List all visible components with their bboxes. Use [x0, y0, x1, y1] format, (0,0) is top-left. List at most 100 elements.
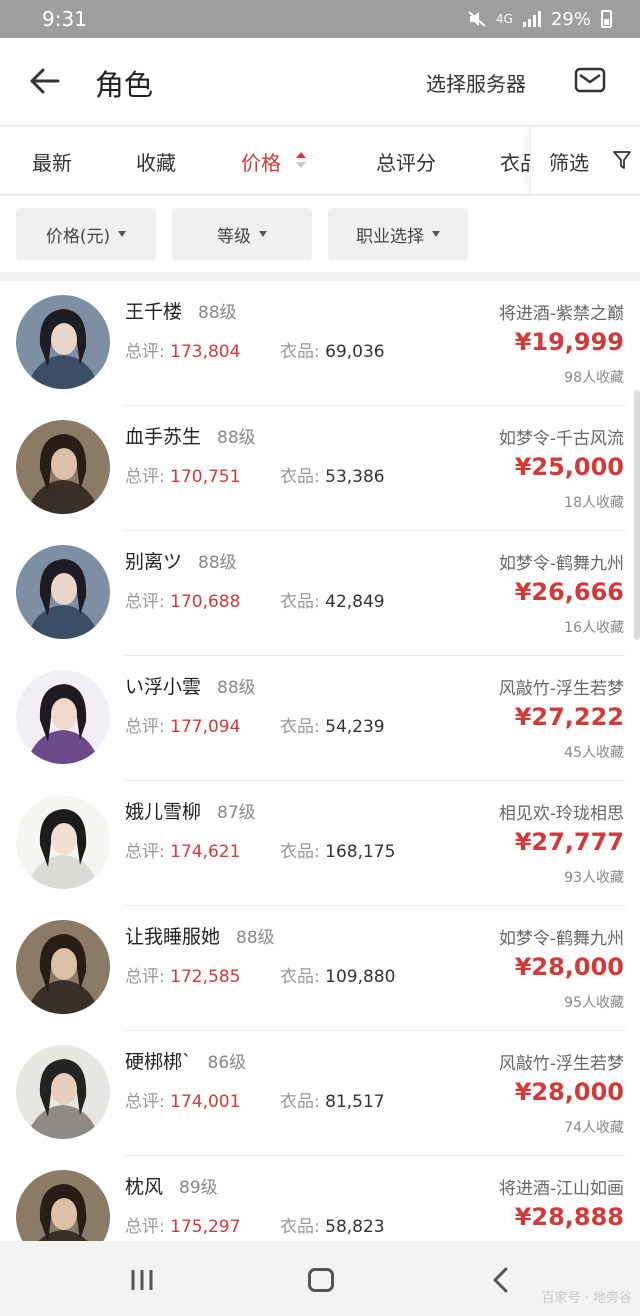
caret-down-icon	[118, 231, 127, 237]
character-name: 枕风	[125, 1176, 164, 1198]
total-score: 177,094	[170, 717, 241, 737]
filter-label: 筛选	[549, 151, 589, 175]
outfit-label: 衣品:	[280, 592, 320, 612]
outfit-label: 衣品:	[280, 967, 320, 987]
mute-icon	[468, 11, 486, 27]
network-type: 4G	[496, 12, 513, 26]
server-name: 将进酒-江山如画	[498, 1179, 624, 1199]
page-title: 角色	[95, 68, 154, 102]
character-avatar	[16, 795, 110, 889]
total-score: 174,621	[170, 842, 241, 862]
server-name: 风敲竹-浮生若梦	[498, 679, 624, 699]
character-name-line: い浮小雲 88级	[125, 672, 256, 699]
character-level: 88级	[236, 928, 275, 948]
favorite-count: 93人收藏	[564, 870, 624, 886]
status-icons: 4G 29%	[468, 9, 612, 30]
character-level: 88级	[198, 553, 237, 573]
favorite-count: 98人收藏	[564, 370, 624, 386]
total-score: 172,585	[170, 967, 241, 987]
score-label: 总评:	[125, 1092, 165, 1112]
character-avatar	[16, 670, 110, 764]
server-name: 如梦令-鹤舞九州	[498, 929, 624, 949]
score-label: 总评:	[125, 342, 165, 362]
character-level: 88级	[217, 678, 256, 698]
caret-down-icon	[432, 231, 440, 237]
listing-row[interactable]: 硬梆梆` 86级总评: 174,001 衣品: 81,517 风敲竹-浮生若梦 ¥28,…	[0, 1031, 640, 1156]
character-level: 87级	[217, 803, 256, 823]
tab-total-score[interactable]: 总评分	[376, 147, 436, 176]
listing-row[interactable]: 王千楼 88级 总评: 173,804 衣品: 69,036 将进酒-紫禁之巅 ¥19,9…	[0, 281, 640, 406]
recent-apps-icon[interactable]	[130, 1269, 154, 1291]
status-bar: 9:31 4G 29%	[0, 0, 640, 38]
listing-row[interactable]: い浮小雲 88级 总评: 177,094 衣品: 54,239 风敲竹-浮生若梦 ¥27,…	[0, 656, 640, 781]
favorite-count: 45人收藏	[564, 745, 624, 761]
character-metrics: 总评: 174,621 衣品: 168,175	[125, 837, 395, 862]
status-time: 9:31	[42, 7, 87, 31]
listing-row[interactable]: 娥儿雪柳 87级 总评: 174,621 衣品: 168,175 相见欢-玲珑相思 ¥27…	[0, 781, 640, 906]
app-header: 角色 选择服务器	[0, 38, 640, 126]
outfit-score: 42,849	[325, 592, 385, 612]
home-icon[interactable]	[308, 1268, 334, 1292]
price: ¥28,000	[514, 953, 624, 981]
character-metrics: 总评: 172,585 衣品: 109,880	[125, 962, 395, 987]
listing-row[interactable]: 别离ツ 88级 总评: 170,688 衣品: 42,849 如梦令-鹤舞九州 ¥26,6…	[0, 531, 640, 656]
tab-latest[interactable]: 最新	[32, 147, 72, 176]
character-avatar	[16, 295, 110, 389]
filter-button[interactable]: 筛选	[530, 127, 640, 194]
favorite-count: 16人收藏	[564, 620, 624, 636]
server-name: 如梦令-鹤舞九州	[498, 554, 624, 574]
total-score: 170,688	[170, 592, 241, 612]
class-dropdown[interactable]: 职业选择	[328, 208, 468, 260]
price-dropdown[interactable]: 价格(元)	[16, 208, 156, 260]
listing-row[interactable]: 血手苏生 88级 总评: 170,751 衣品: 53,386 如梦令-千古风流 ¥25,…	[0, 406, 640, 531]
tab-price[interactable]: 价格	[241, 147, 281, 176]
level-dropdown[interactable]: 等级	[172, 208, 312, 260]
character-name: 血手苏生	[125, 426, 202, 448]
character-name: い浮小雲	[125, 676, 202, 698]
listing-row[interactable]: 枕风 89级 总评: 175,297 衣品: 58,823 将进酒-江山如画 ¥28,88…	[0, 1156, 640, 1241]
battery-icon	[601, 10, 612, 28]
price: ¥28,000	[514, 1078, 624, 1106]
price: ¥28,888	[514, 1203, 624, 1231]
character-level: 88级	[198, 303, 237, 323]
character-name: 硬梆梆`	[125, 1051, 192, 1073]
character-list: 王千楼 88级 总评: 173,804 衣品: 69,036 将进酒-紫禁之巅 ¥19,9…	[0, 281, 640, 1241]
dropdown-filters: 价格(元) 等级 职业选择	[0, 196, 640, 272]
character-avatar	[16, 420, 110, 514]
favorite-count: 18人收藏	[564, 495, 624, 511]
sort-order-icon	[296, 152, 306, 168]
listing-row[interactable]: 让我睡服她 88级 总评: 172,585 衣品: 109,880 如梦令-鹤舞九州 ¥2…	[0, 906, 640, 1031]
outfit-score: 81,517	[325, 1092, 385, 1112]
server-name: 风敲竹-浮生若梦	[498, 1054, 624, 1074]
outfit-score: 58,823	[325, 1217, 385, 1237]
scrollbar[interactable]	[634, 390, 640, 640]
price: ¥27,777	[514, 828, 624, 856]
character-avatar	[16, 1045, 110, 1139]
character-avatar	[16, 920, 110, 1014]
character-name-line: 硬梆梆` 86级	[125, 1047, 246, 1074]
mail-icon[interactable]	[574, 67, 606, 93]
character-name-line: 王千楼 88级	[125, 297, 237, 324]
select-server-button[interactable]: 选择服务器	[426, 68, 526, 97]
character-name: 娥儿雪柳	[125, 801, 202, 823]
outfit-score: 54,239	[325, 717, 385, 737]
server-name: 如梦令-千古风流	[498, 429, 624, 449]
character-name: 让我睡服她	[125, 926, 221, 948]
total-score: 174,001	[170, 1092, 241, 1112]
system-nav-bar: 百家号 · 地旁谷	[0, 1241, 640, 1316]
tab-favorites[interactable]: 收藏	[136, 147, 176, 176]
score-label: 总评:	[125, 967, 165, 987]
back-icon[interactable]	[490, 1267, 510, 1293]
outfit-label: 衣品:	[280, 717, 320, 737]
character-metrics: 总评: 174,001 衣品: 81,517	[125, 1087, 385, 1112]
character-name: 王千楼	[125, 301, 183, 323]
watermark: 百家号 · 地旁谷	[541, 1291, 632, 1306]
back-arrow-icon[interactable]	[28, 64, 62, 98]
server-name: 相见欢-玲珑相思	[498, 804, 624, 824]
outfit-label: 衣品:	[280, 1092, 320, 1112]
character-name-line: 枕风 89级	[125, 1172, 218, 1199]
favorite-count: 74人收藏	[564, 1120, 624, 1136]
character-avatar	[16, 1170, 110, 1241]
outfit-label: 衣品:	[280, 842, 320, 862]
character-metrics: 总评: 170,751 衣品: 53,386	[125, 462, 385, 487]
